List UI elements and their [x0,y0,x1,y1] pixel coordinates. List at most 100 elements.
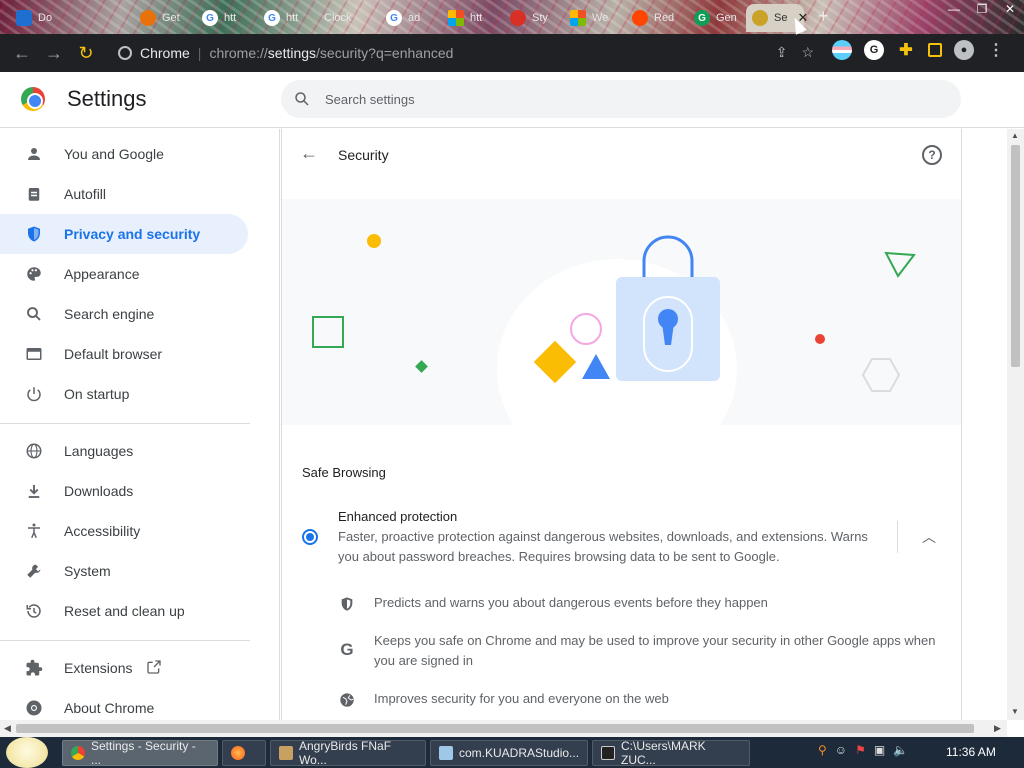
chrome-site-icon [118,46,132,60]
tab-label: Do [38,12,53,24]
7zip-icon [601,746,615,760]
bookmark-star-icon[interactable]: ☆ [801,44,814,61]
tab-label: Sty [532,12,548,24]
volume-tray-icon[interactable]: 🔈 [893,743,908,757]
network-tray-icon[interactable]: ▣ [874,743,885,757]
scroll-left-icon[interactable]: ◀ [4,723,11,734]
tab-2[interactable]: G htt [196,4,252,32]
tab-7[interactable]: Sty [504,4,560,32]
forward-icon[interactable]: → [38,37,70,69]
tab-1[interactable]: Get [134,4,190,32]
tab-5[interactable]: G ad [380,4,436,32]
tab-0[interactable]: Do [10,4,70,32]
orange-circle-icon [140,10,156,26]
notepad-icon [439,746,453,760]
puzzle-icon[interactable]: ✚ [896,40,916,60]
tab-label: Get [162,12,180,24]
horizontal-scrollbar[interactable]: ◀ ▶ [0,720,1007,737]
tab-6[interactable]: htt [442,4,498,32]
google-icon: G [202,10,218,26]
taskbar-item-7zip[interactable]: C:\Users\MARK ZUC... [592,739,750,767]
sidebar-item-privacy-and-security[interactable]: Privacy and security [0,214,248,254]
sidebar-item-system[interactable]: System [0,551,248,591]
taskbar-item-firefox[interactable] [222,740,266,766]
accessibility-icon [24,521,44,541]
sidebar-item-default-browser[interactable]: Default browser [0,334,248,374]
sidebar-item-appearance[interactable]: Appearance [0,254,248,294]
search-settings-box[interactable] [281,80,961,118]
vertical-scrollbar[interactable]: ▲ ▼ [1007,129,1024,720]
scroll-up-icon[interactable]: ▲ [1011,131,1019,140]
flag-extension-icon[interactable] [832,40,852,60]
sidebar-item-accessibility[interactable]: Accessibility [0,511,248,551]
taskbar-item-chrome[interactable]: Settings - Security - ... [62,739,218,767]
tab-8[interactable]: We [564,4,622,32]
sidebar-item-label: Default browser [64,346,163,362]
scroll-right-icon[interactable]: ▶ [994,723,1001,734]
site-name: Chrome [140,45,190,61]
magnifier-tray-icon[interactable]: ⚲ [818,743,827,757]
settings-sidebar: You and Google Autofill Privacy and secu… [0,129,280,720]
help-icon[interactable]: ? [922,145,942,165]
sidebar-item-reset-and-clean-up[interactable]: Reset and clean up [0,591,248,631]
sidebar-item-label: On startup [64,386,130,402]
search-input[interactable] [325,91,925,107]
microsoft-icon [570,10,586,26]
enhanced-protection-title: Enhanced protection [338,509,458,524]
tab-label: ad [408,12,421,24]
detail-text: Improves security for you and everyone o… [374,691,669,706]
sidebar-item-on-startup[interactable]: On startup [0,374,248,414]
tab-label: Se [774,12,788,24]
tab-3[interactable]: G htt [258,4,314,32]
sidebar-item-about-chrome[interactable]: About Chrome [0,688,248,720]
sidebar-item-label: Appearance [64,266,140,282]
g-extension-icon[interactable]: G [864,40,884,60]
start-button[interactable] [6,737,48,768]
option-divider [897,521,898,553]
address-bar[interactable]: Chrome | chrome:// settings /security?q=… [108,38,824,68]
tab-9[interactable]: Red [626,4,686,32]
minimize-icon[interactable]: — [940,0,968,18]
share-icon[interactable]: ⇪ [776,44,788,61]
profile-avatar-icon[interactable]: ● [954,40,974,60]
horizontal-scroll-thumb[interactable] [16,724,974,733]
sidebar-item-extensions[interactable]: Extensions [0,648,248,688]
browser-icon [24,344,44,364]
tab-4[interactable]: Clock [318,4,376,32]
vertical-scroll-thumb[interactable] [1011,145,1020,367]
taskbar-clock[interactable]: 11:36 AM [946,745,996,759]
scroll-down-icon[interactable]: ▼ [1011,707,1019,716]
enhanced-protection-radio[interactable] [302,529,318,545]
globe-icon [338,691,356,709]
menu-kebab-icon[interactable]: ⋮ [986,40,1006,60]
tab-10[interactable]: G Gen [688,4,744,32]
chrome-logo-icon [21,87,45,111]
sidebar-item-autofill[interactable]: Autofill [0,174,248,214]
taskbar-item-notepad[interactable]: com.KUADRAStudio... [430,740,588,766]
search-icon [295,92,309,106]
security-tray-icon[interactable]: ⚑ [855,743,866,757]
side-panel-icon[interactable] [928,43,942,57]
sidebar-item-label: Languages [64,443,134,459]
sidebar-item-you-and-google[interactable]: You and Google [0,134,248,174]
reload-icon[interactable]: ↻ [70,37,102,69]
close-window-icon[interactable]: ✕ [996,0,1024,18]
chrome-icon [71,746,85,760]
settings-gear-icon [752,10,768,26]
chevron-up-icon[interactable]: ︿ [922,527,936,547]
settings-header: Settings [0,72,1024,128]
emoji-tray-icon[interactable]: ☺ [835,743,847,757]
sidebar-item-languages[interactable]: Languages [0,431,248,471]
sidebar-item-search-engine[interactable]: Search engine [0,294,248,334]
sidebar-item-downloads[interactable]: Downloads [0,471,248,511]
system-tray: ⚲ ☺ ⚑ ▣ 🔈 [818,743,908,757]
back-icon[interactable]: ← [6,37,38,69]
back-arrow-icon[interactable]: ← [300,143,318,164]
tab-label: We [592,12,609,24]
taskbar-item-document[interactable]: AngryBirds FNaF Wo... [270,739,426,767]
maximize-icon[interactable]: ❐ [968,0,996,18]
tab-label: Red [654,12,675,24]
tab-label: htt [224,12,237,24]
new-tab-button[interactable]: + [818,6,829,27]
sidebar-item-label: Extensions [64,660,133,676]
